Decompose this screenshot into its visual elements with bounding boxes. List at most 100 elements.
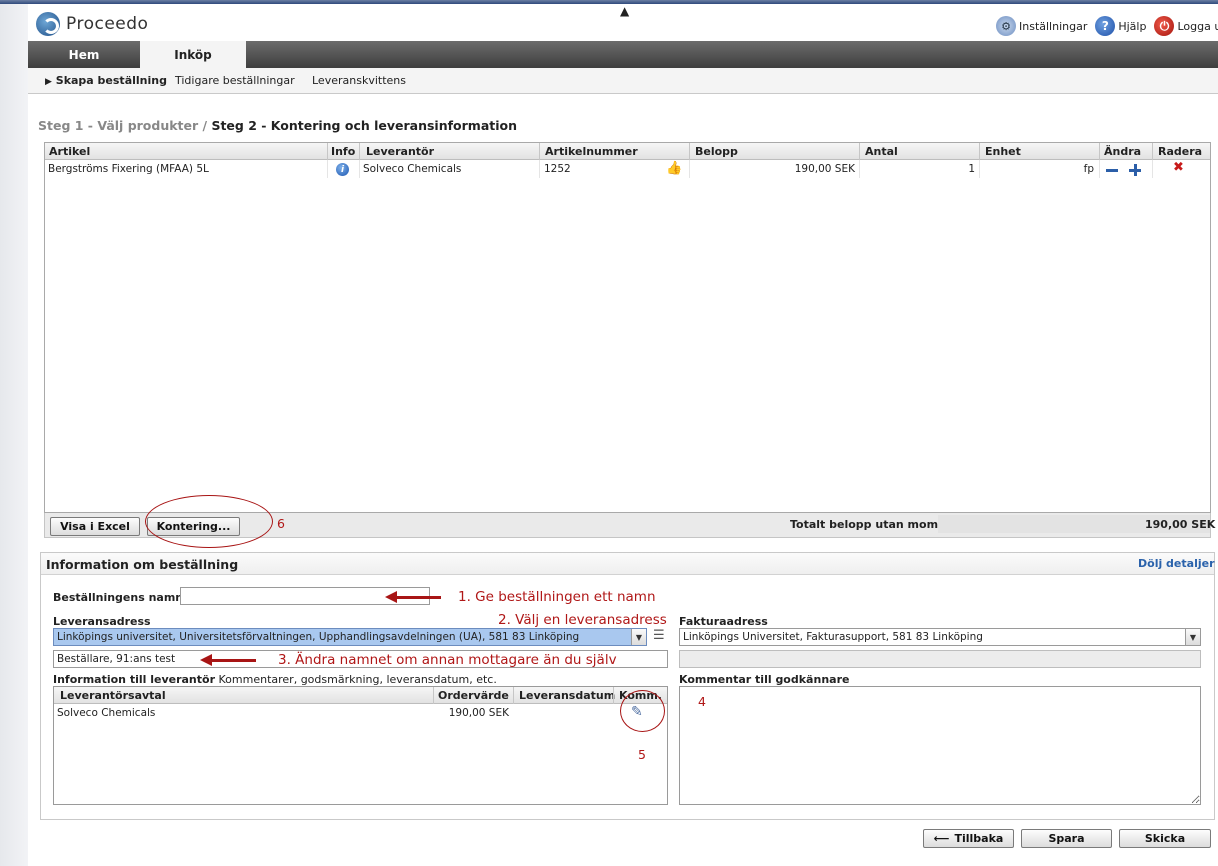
info-icon[interactable]: i [336, 163, 349, 176]
col-enhet[interactable]: Enhet [985, 145, 1021, 158]
left-gutter [0, 4, 28, 866]
subnav-item-tidigare[interactable]: Tidigare beställningar [175, 74, 295, 87]
order-info-title: Information om beställning [46, 557, 239, 572]
col-info[interactable]: Info [331, 145, 355, 158]
visa-i-excel-button[interactable]: Visa i Excel [50, 517, 140, 536]
top-links: ⚙ Inställningar ? Hjälp ⏻ Logga ut [996, 16, 1218, 36]
annotation-1: 1. Ge beställningen ett namn [458, 589, 656, 605]
cell-leverantor: Solveco Chemicals [363, 163, 462, 175]
cell-divider [859, 160, 860, 178]
subnav-label: Skapa beställning [55, 74, 167, 87]
col-artikel[interactable]: Artikel [49, 145, 90, 158]
minus-icon[interactable] [1106, 169, 1118, 172]
cell-divider [1099, 160, 1100, 178]
settings-link[interactable]: ⚙ Inställningar [996, 16, 1087, 36]
col-divider [689, 143, 690, 160]
col-divider [859, 143, 860, 160]
back-button[interactable]: ⟵ Tillbaka [923, 829, 1014, 848]
cell-artikel[interactable]: Bergströms Fixering (MFAA) 5L [48, 163, 209, 175]
app-name: Proceedo [66, 14, 149, 34]
cell-leverantorsavtal: Solveco Chemicals [57, 707, 156, 719]
col-divider [1099, 143, 1100, 160]
save-button[interactable]: Spara [1021, 829, 1112, 848]
col-ordervarde[interactable]: Ordervärde [438, 689, 509, 702]
settings-label: Inställningar [1019, 19, 1088, 33]
approver-comment-label: Kommentar till godkännare [679, 673, 850, 686]
proceedo-logo-icon [36, 12, 60, 36]
col-divider [327, 143, 328, 160]
tab-inkop[interactable]: Inköp [140, 41, 246, 68]
back-label: Tillbaka [954, 832, 1004, 845]
order-name-label: Beställningens namn [53, 591, 184, 604]
plus-icon[interactable] [1129, 164, 1141, 176]
product-grid [44, 142, 1211, 513]
col-andra[interactable]: Ändra [1104, 145, 1141, 158]
collapse-header-icon[interactable]: ▲ [620, 4, 629, 18]
col-leveransdatum[interactable]: Leveransdatum [519, 689, 615, 702]
annotation-oval-5 [620, 690, 665, 732]
thumbs-up-icon[interactable]: 👍 [666, 161, 682, 176]
cell-ordervarde: 190,00 SEK [448, 707, 509, 719]
caret-right-icon: ▶ [45, 77, 52, 87]
logout-label: Logga ut [1177, 19, 1218, 33]
cell-divider [359, 160, 360, 178]
col-artikelnummer[interactable]: Artikelnummer [545, 145, 638, 158]
breadcrumb-step-1[interactable]: Steg 1 - Välj produkter / [38, 118, 207, 133]
tab-hem[interactable]: Hem [28, 41, 140, 68]
subnav-item-skapa[interactable]: ▶ Skapa beställning [45, 74, 167, 87]
total-label: Totalt belopp utan moms [790, 518, 945, 531]
col-divider [433, 687, 434, 704]
col-leverantor[interactable]: Leverantör [366, 145, 434, 158]
col-antal[interactable]: Antal [865, 145, 898, 158]
cell-antal[interactable]: 1 [870, 163, 975, 175]
col-belopp[interactable]: Belopp [695, 145, 738, 158]
annotation-6: 6 [277, 516, 285, 531]
col-leverantorsavtal[interactable]: Leverantörsavtal [60, 689, 166, 702]
invoice-address-label: Fakturaadress [679, 615, 768, 628]
delete-x-icon[interactable]: ✖ [1173, 160, 1184, 175]
invoice-address-select[interactable]: Linköpings Universitet, Fakturasupport, … [679, 628, 1201, 646]
delivery-address-value: Linköpings universitet, Universitetsförv… [57, 631, 580, 643]
app-logo[interactable]: Proceedo [36, 12, 148, 36]
breadcrumb-step-2: Steg 2 - Kontering och leveransinformati… [211, 118, 518, 133]
list-icon[interactable]: ☰ [653, 628, 665, 643]
col-divider [1152, 143, 1153, 160]
chevron-down-icon[interactable]: ▼ [631, 629, 646, 645]
subnav-item-leveranskvittens[interactable]: Leveranskvittens [312, 74, 406, 87]
cell-divider [1152, 160, 1153, 178]
cell-divider [689, 160, 690, 178]
help-icon: ? [1095, 16, 1116, 36]
col-divider [539, 143, 540, 160]
cell-artikelnummer: 1252 [544, 163, 571, 175]
col-divider [979, 143, 980, 160]
chevron-down-icon[interactable]: ▼ [1185, 629, 1200, 645]
cell-belopp: 190,00 SEK [794, 163, 855, 175]
invoice-address-value: Linköpings Universitet, Fakturasupport, … [683, 631, 983, 643]
power-icon: ⏻ [1154, 16, 1175, 36]
supplier-info-label: Information till leverantör [53, 673, 216, 686]
total-value: 190,00 SEK [1145, 518, 1216, 531]
col-divider [513, 687, 514, 704]
user-settings-icon: ⚙ [996, 16, 1016, 36]
col-radera[interactable]: Radera [1158, 145, 1202, 158]
annotation-oval-6 [145, 495, 273, 548]
annotation-2: 2. Välj en leveransadress [498, 612, 667, 628]
annotation-3: 3. Ändra namnet om annan mottagare än du… [278, 652, 617, 668]
annotation-5: 5 [638, 747, 646, 762]
delivery-address-select[interactable]: Linköpings universitet, Universitetsförv… [53, 628, 647, 646]
arrow-left-icon: ⟵ [933, 832, 950, 845]
approver-comment-textarea[interactable] [679, 686, 1201, 805]
send-button[interactable]: Skicka [1119, 829, 1211, 848]
logout-link[interactable]: ⏻ Logga ut [1154, 16, 1218, 36]
delivery-date-input[interactable] [517, 705, 611, 722]
breadcrumb: Steg 1 - Välj produkter / Steg 2 - Konte… [38, 118, 517, 133]
cell-enhet: fp [1083, 163, 1094, 175]
delivery-address-label: Leveransadress [53, 615, 151, 628]
invoice-extra-field [679, 650, 1201, 668]
cell-divider [327, 160, 328, 178]
help-link[interactable]: ? Hjälp [1095, 16, 1146, 36]
hide-details-link[interactable]: Dölj detaljer [1138, 557, 1215, 570]
col-divider [613, 687, 614, 704]
supplier-info-hint: Kommentarer, godsmärkning, leveransdatum… [218, 673, 497, 686]
help-label: Hjälp [1118, 19, 1147, 33]
